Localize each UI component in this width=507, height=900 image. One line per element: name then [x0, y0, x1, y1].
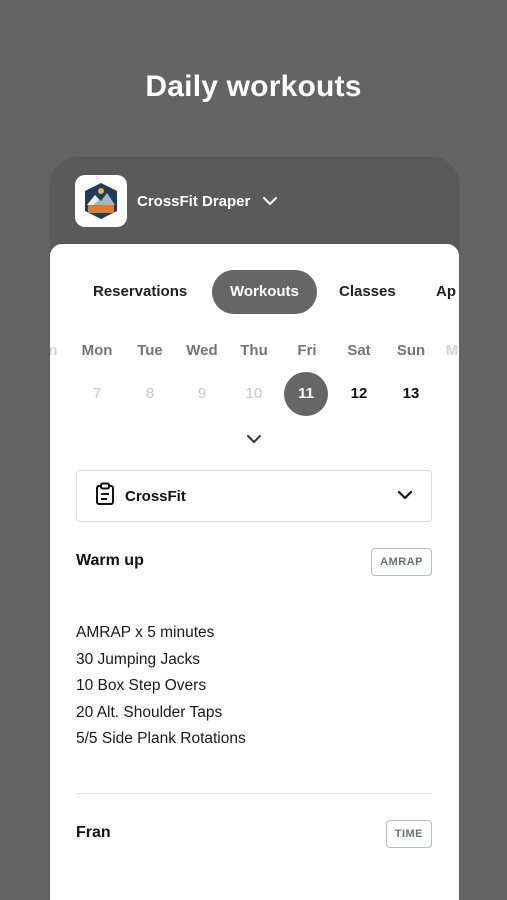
tab-classes[interactable]: Classes	[339, 270, 396, 314]
date-wed[interactable]: 9	[180, 372, 224, 416]
gym-selector[interactable]: CrossFit Draper	[75, 174, 278, 228]
weekday-row: n Mon Tue Wed Thu Fri Sat Sun M	[50, 342, 459, 362]
day-name-fri: Fri	[297, 342, 317, 359]
screen: Daily workouts CrossFit Draper Reservati…	[0, 0, 507, 900]
promo-headline: Daily workouts	[145, 70, 362, 103]
chevron-down-icon[interactable]	[262, 196, 278, 206]
program-dropdown[interactable]: CrossFit	[76, 470, 432, 522]
day-name-mon: Mon	[81, 342, 113, 359]
workout-line: 30 Jumping Jacks	[76, 650, 201, 668]
crossfit-draper-logo-icon	[85, 183, 117, 219]
section-title-fran: Fran	[76, 824, 111, 841]
day-name-next: M	[445, 342, 459, 359]
date-sun[interactable]: 13	[389, 372, 433, 416]
date-sat[interactable]: 12	[337, 372, 381, 416]
content-sheet: Reservations Workouts Classes Ap n Mon T…	[50, 244, 459, 900]
tab-reservations[interactable]: Reservations	[93, 270, 187, 314]
date-tue[interactable]: 8	[128, 372, 172, 416]
workout-line: AMRAP x 5 minutes	[76, 624, 215, 641]
gym-name: CrossFit Draper	[137, 192, 251, 210]
program-label: CrossFit	[125, 487, 186, 505]
phone-frame: CrossFit Draper Reservations Workouts Cl…	[50, 157, 459, 900]
chevron-down-icon	[397, 487, 413, 505]
date-fri-selected[interactable]: 11	[284, 372, 328, 416]
day-name-tue: Tue	[137, 342, 163, 359]
date-thu[interactable]: 10	[232, 372, 276, 416]
date-mon[interactable]: 7	[75, 372, 119, 416]
day-name-sat: Sat	[347, 342, 371, 359]
clipboard-icon	[95, 482, 115, 511]
gym-logo	[75, 175, 127, 227]
expand-calendar-chevron-icon[interactable]	[246, 431, 262, 449]
workout-line: 10 Box Step Overs	[76, 677, 207, 694]
workout-type-badge: TIME	[385, 820, 432, 848]
tab-bar: Reservations Workouts Classes Ap	[50, 270, 459, 314]
workout-line: 20 Alt. Shoulder Taps	[76, 703, 223, 721]
day-name-wed: Wed	[186, 342, 218, 359]
workout-type-badge: AMRAP	[371, 548, 432, 576]
tab-workouts[interactable]: Workouts	[212, 270, 317, 314]
workout-line: 5/5 Side Plank Rotations	[76, 730, 246, 747]
warmup-description: AMRAP x 5 minutes 30 Jumping Jacks 10 Bo…	[76, 620, 246, 753]
date-row: 7 8 9 10 11 12 13	[50, 372, 459, 418]
section-title-warmup: Warm up	[76, 552, 144, 569]
day-name-thu: Thu	[240, 342, 268, 359]
section-divider	[76, 793, 432, 794]
tab-apps[interactable]: Ap	[436, 270, 456, 314]
